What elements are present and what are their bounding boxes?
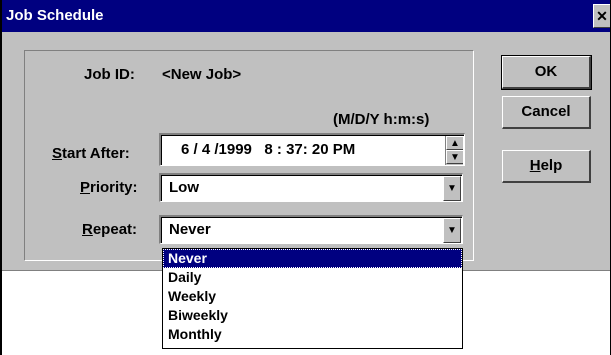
close-button[interactable]: ✕: [593, 4, 610, 28]
ok-button[interactable]: OK: [501, 55, 592, 90]
spin-down-arrow-icon[interactable]: ▼: [446, 150, 463, 164]
start-after-datetime-field[interactable]: 6 / 4 /1999 8 : 37: 20 PM ▲ ▼: [159, 133, 465, 166]
priority-dropdown-button[interactable]: ▼: [443, 176, 461, 201]
repeat-option-weekly[interactable]: Weekly: [163, 287, 462, 306]
priority-mnemonic: P: [80, 179, 91, 196]
help-mnemonic: H: [529, 157, 541, 174]
job-schedule-dialog: Job Schedule ✕ Job ID: <New Job> (M/D/Y …: [0, 0, 611, 355]
repeat-value: Never: [169, 221, 211, 238]
repeat-option-monthly[interactable]: Monthly: [163, 325, 462, 344]
start-after-label: Start After:: [52, 145, 130, 162]
repeat-select[interactable]: Never ▼: [159, 215, 463, 244]
start-after-label-text: tart After:: [62, 145, 130, 162]
priority-label: Priority:: [80, 179, 138, 196]
repeat-option-daily[interactable]: Daily: [163, 268, 462, 287]
repeat-option-biweekly[interactable]: Biweekly: [163, 306, 462, 325]
dropdown-arrow-icon: ▼: [447, 225, 457, 236]
title-bar[interactable]: Job Schedule ✕: [2, 0, 610, 32]
datetime-spinner[interactable]: ▲ ▼: [445, 136, 463, 165]
priority-value: Low: [169, 179, 199, 196]
priority-select[interactable]: Low ▼: [159, 173, 463, 202]
priority-label-text: riority:: [90, 179, 138, 196]
repeat-option-never[interactable]: Never: [163, 249, 462, 268]
job-id-value: <New Job>: [162, 66, 242, 83]
repeat-dropdown-list[interactable]: Never Daily Weekly Biweekly Monthly: [162, 248, 463, 349]
window-title: Job Schedule: [6, 7, 104, 24]
start-after-mnemonic: S: [52, 145, 63, 162]
cancel-button[interactable]: Cancel: [502, 96, 591, 129]
job-id-label: Job ID:: [84, 66, 135, 83]
repeat-mnemonic: R: [82, 221, 93, 238]
datetime-format-hint: (M/D/Y h:m:s): [333, 111, 430, 128]
repeat-dropdown-button[interactable]: ▼: [443, 218, 461, 243]
repeat-label-text: epeat:: [92, 221, 138, 238]
close-icon: ✕: [596, 8, 608, 24]
spin-up-arrow-icon[interactable]: ▲: [446, 136, 463, 150]
dropdown-arrow-icon: ▼: [447, 183, 457, 194]
repeat-label: Repeat:: [82, 221, 137, 238]
help-button[interactable]: Help: [502, 150, 591, 183]
help-button-label: elp: [540, 157, 563, 174]
dialog-client-area: Job ID: <New Job> (M/D/Y h:m:s) Start Af…: [2, 32, 610, 271]
start-after-value[interactable]: 6 / 4 /1999 8 : 37: 20 PM: [181, 141, 355, 158]
